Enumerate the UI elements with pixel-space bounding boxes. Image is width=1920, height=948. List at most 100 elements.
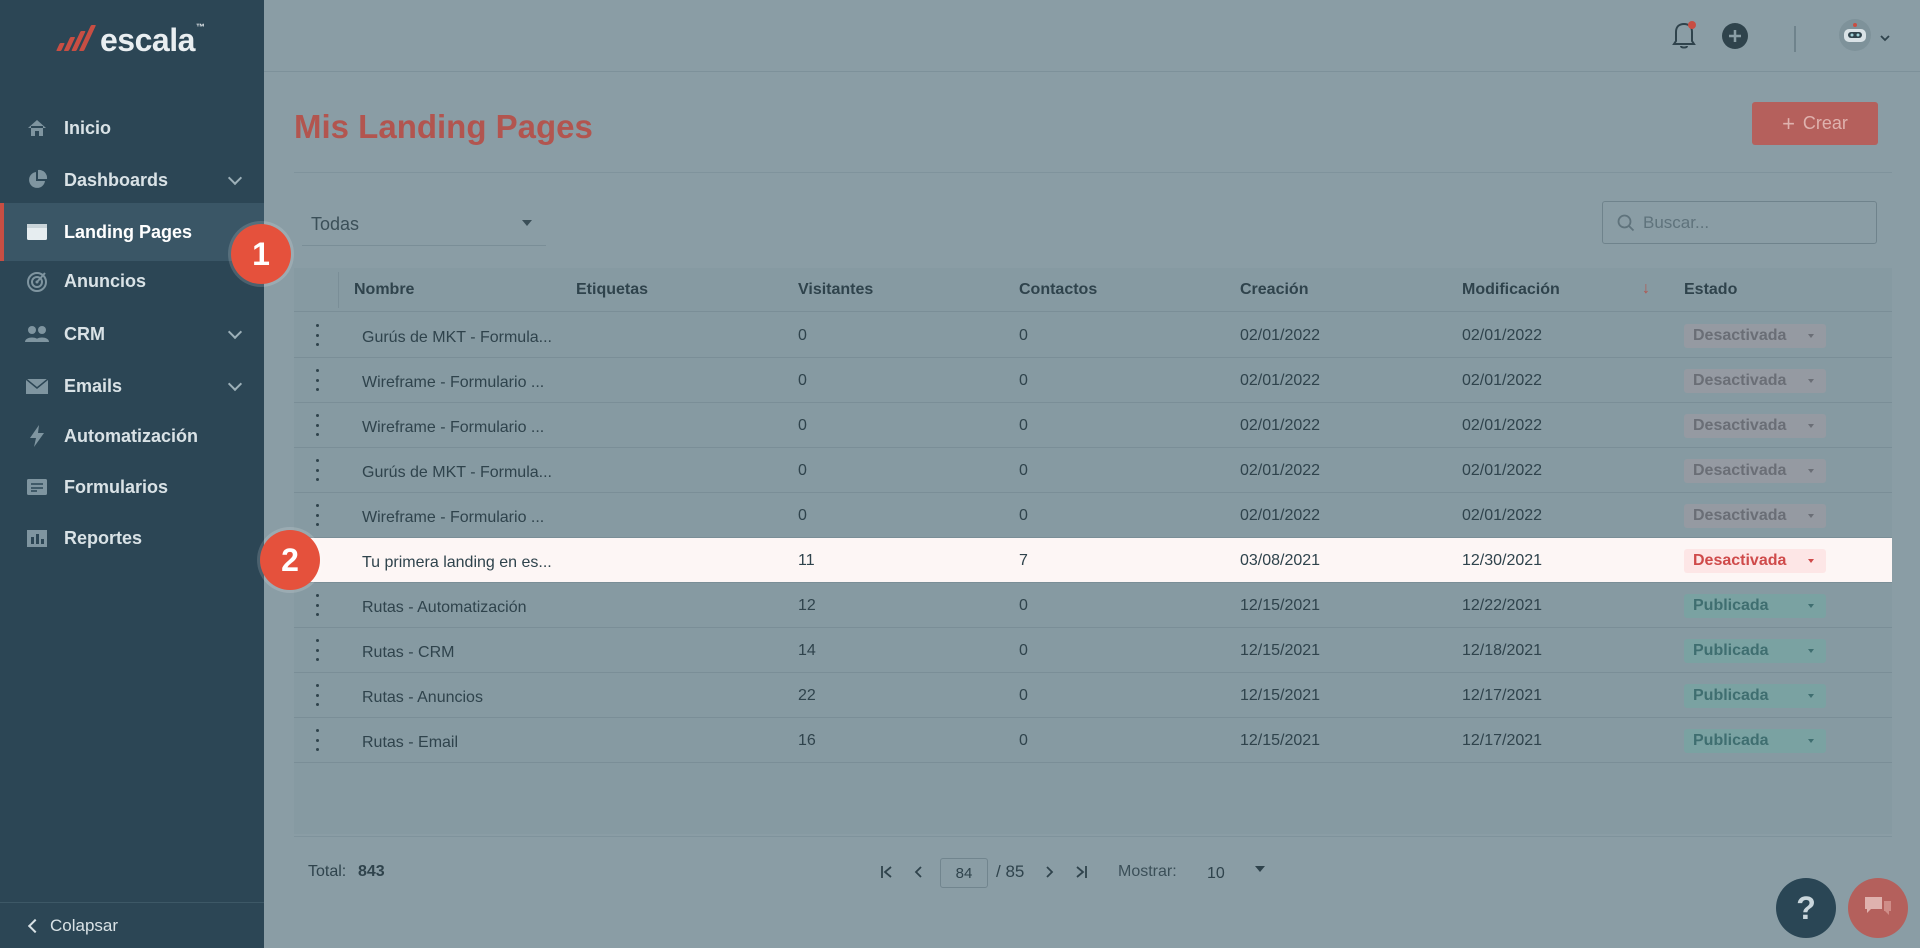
bell-icon[interactable] — [1670, 20, 1698, 55]
cell-contacts: 0 — [1019, 326, 1028, 344]
cell-created: 03/08/2021 — [1240, 551, 1321, 569]
more-options-icon[interactable] — [314, 414, 320, 436]
more-options-icon[interactable] — [314, 369, 320, 391]
column-header-visitantes[interactable]: Visitantes — [798, 268, 873, 312]
cell-visitors: 16 — [798, 731, 816, 749]
search-box[interactable] — [1602, 201, 1877, 244]
more-options-icon[interactable] — [314, 684, 320, 706]
more-options-icon[interactable] — [314, 639, 320, 661]
status-select[interactable]: Desactivada — [1684, 414, 1826, 438]
cell-visitors: 14 — [798, 641, 816, 659]
more-options-icon[interactable] — [314, 459, 320, 481]
status-select[interactable]: Publicada — [1684, 684, 1826, 708]
table-row[interactable]: Wireframe - Formulario ... 0 0 02/01/2022 02… — [294, 358, 1892, 403]
sidebar-item-anuncios[interactable]: Anuncios — [0, 252, 264, 310]
column-header-creacion[interactable]: Creación — [1240, 268, 1308, 312]
sidebar-item-label: CRM — [64, 323, 105, 344]
more-options-icon[interactable] — [314, 504, 320, 526]
cell-visitors: 0 — [798, 371, 807, 389]
chevron-down-icon[interactable] — [1880, 30, 1890, 48]
cell-created: 02/01/2022 — [1240, 506, 1321, 524]
cell-name[interactable]: Tu primera landing en es... — [362, 538, 552, 583]
status-select[interactable]: Publicada — [1684, 639, 1826, 663]
sidebar-item-formularios[interactable]: Formularios — [0, 458, 264, 516]
chevron-down-icon[interactable] — [227, 376, 243, 392]
sort-arrow-icon[interactable]: ↓ — [1642, 280, 1650, 298]
robot-avatar-icon[interactable] — [1838, 18, 1872, 57]
cell-name[interactable]: Rutas - CRM — [362, 628, 454, 673]
more-options-icon[interactable] — [314, 729, 320, 751]
cell-name[interactable]: Rutas - Automatización — [362, 583, 527, 628]
cell-visitors: 12 — [798, 596, 816, 614]
cell-name[interactable]: Gurús de MKT - Formula... — [362, 313, 552, 358]
status-select[interactable]: Publicada — [1684, 594, 1826, 618]
plus-circle-icon[interactable] — [1721, 22, 1749, 55]
create-button[interactable]: + Crear — [1752, 102, 1878, 145]
cell-modified: 02/01/2022 — [1462, 461, 1543, 479]
cell-visitors: 0 — [798, 416, 807, 434]
table-row[interactable]: Rutas - Email 16 0 12/15/2021 12/17/2021 Publ… — [294, 718, 1892, 763]
chat-button[interactable] — [1848, 878, 1908, 938]
status-select[interactable]: Desactivada — [1684, 459, 1826, 483]
column-header-estado[interactable]: Estado — [1684, 268, 1737, 312]
last-page-icon[interactable] — [1072, 862, 1090, 882]
table-row[interactable]: Gurús de MKT - Formula... 0 0 02/01/2022 02/… — [294, 448, 1892, 493]
home-icon — [24, 115, 50, 141]
sidebar-item-crm[interactable]: CRM — [0, 305, 264, 363]
status-select[interactable]: Desactivada — [1684, 369, 1826, 393]
next-page-icon[interactable] — [1040, 862, 1058, 882]
plus-icon: + — [1782, 110, 1795, 136]
cell-name[interactable]: Rutas - Email — [362, 718, 458, 763]
sidebar-item-inicio[interactable]: Inicio — [0, 99, 264, 157]
status-select[interactable]: Desactivada — [1684, 324, 1826, 348]
current-page-input[interactable]: 84 — [940, 858, 988, 888]
cell-name[interactable]: Wireframe - Formulario ... — [362, 403, 544, 448]
column-header-contactos[interactable]: Contactos — [1019, 268, 1097, 312]
collapse-button[interactable]: Colapsar — [0, 902, 264, 948]
page-size-select[interactable]: 10 — [1207, 865, 1225, 883]
filter-select[interactable]: Todas — [302, 204, 546, 246]
caret-down-icon — [522, 220, 532, 226]
column-header-nombre[interactable]: Nombre — [354, 268, 414, 312]
lightning-icon — [24, 423, 50, 449]
caret-down-icon — [1808, 604, 1814, 608]
page-size-caret-icon[interactable] — [1255, 866, 1265, 872]
status-label: Publicada — [1693, 732, 1769, 749]
status-select[interactable]: Desactivada — [1684, 504, 1826, 528]
caret-down-icon — [1808, 469, 1814, 473]
table-row[interactable]: Rutas - Anuncios 22 0 12/15/2021 12/17/2021 P… — [294, 673, 1892, 718]
column-header-modificacion[interactable]: Modificación — [1462, 268, 1560, 312]
cell-created: 12/15/2021 — [1240, 641, 1321, 659]
cell-name[interactable]: Gurús de MKT - Formula... — [362, 448, 552, 493]
cell-modified: 12/17/2021 — [1462, 686, 1543, 704]
sidebar-item-automatizacion[interactable]: Automatización — [0, 407, 264, 465]
more-options-icon[interactable] — [314, 324, 320, 346]
sidebar-item-dashboards[interactable]: Dashboards — [0, 151, 264, 209]
search-input[interactable] — [1643, 212, 1843, 233]
more-options-icon[interactable] — [314, 594, 320, 616]
table-row[interactable]: Tu primera landing en es... 11 7 03/08/2021… — [294, 538, 1892, 583]
chevron-down-icon[interactable] — [227, 170, 243, 186]
table-row[interactable]: Gurús de MKT - Formula... 0 0 02/01/2022 02/… — [294, 313, 1892, 358]
table-row[interactable]: Wireframe - Formulario ... 0 0 02/01/2022 02… — [294, 403, 1892, 448]
prev-page-icon[interactable] — [910, 862, 928, 882]
landing-pages-table: Nombre Etiquetas Visitantes Contactos Cr… — [294, 268, 1892, 834]
app-logo[interactable]: escala™ — [52, 21, 205, 58]
chevron-down-icon[interactable] — [227, 324, 243, 340]
column-header-etiquetas[interactable]: Etiquetas — [576, 268, 648, 312]
sidebar-item-reportes[interactable]: Reportes — [0, 509, 264, 567]
cell-name[interactable]: Wireframe - Formulario ... — [362, 493, 544, 538]
status-select[interactable]: Desactivada — [1684, 549, 1826, 573]
cell-name[interactable]: Rutas - Anuncios — [362, 673, 483, 718]
help-button[interactable]: ? — [1776, 878, 1836, 938]
table-row[interactable]: Rutas - CRM 14 0 12/15/2021 12/18/2021 Public… — [294, 628, 1892, 673]
first-page-icon[interactable] — [878, 862, 896, 882]
logo-text: escala™ — [100, 21, 205, 58]
cell-visitors: 11 — [798, 551, 815, 569]
cell-name[interactable]: Wireframe - Formulario ... — [362, 358, 544, 403]
table-row[interactable]: Rutas - Automatización 12 0 12/15/2021 12/22… — [294, 583, 1892, 628]
target-icon — [24, 268, 50, 294]
caret-down-icon — [1808, 649, 1814, 653]
table-row[interactable]: Wireframe - Formulario ... 0 0 02/01/2022 02… — [294, 493, 1892, 538]
status-select[interactable]: Publicada — [1684, 729, 1826, 753]
